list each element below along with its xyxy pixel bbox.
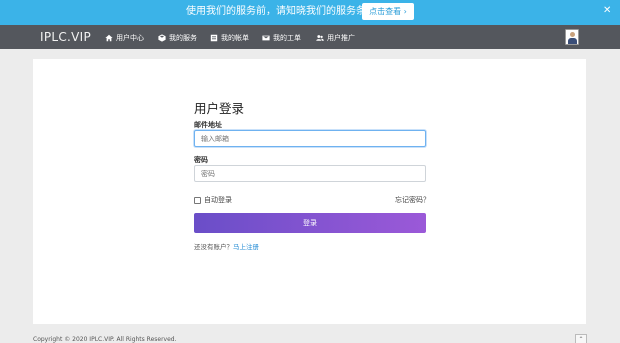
- register-prompt-text: 还没有账户？: [194, 243, 233, 251]
- email-label: 邮件地址: [194, 121, 222, 129]
- nav-item-label: 我的服务: [169, 33, 197, 42]
- ticket-icon: [262, 35, 270, 40]
- footer-copyright: Copyright © 2020 IPLC.VIP. All Rights Re…: [33, 336, 177, 343]
- view-terms-button[interactable]: 点击查看 ›: [362, 3, 414, 20]
- register-prompt: 还没有账户？马上注册: [194, 241, 259, 251]
- remember-checkbox[interactable]: [194, 196, 201, 204]
- billing-icon: [210, 34, 218, 41]
- nav-item-label: 我的工单: [273, 33, 301, 42]
- register-link[interactable]: 马上注册: [233, 243, 259, 251]
- nav-item-my-tickets[interactable]: 我的工单: [262, 32, 301, 43]
- remember-me[interactable]: 自动登录: [194, 195, 232, 205]
- home-icon: [105, 34, 113, 41]
- nav-item-referral[interactable]: 用户推广: [316, 32, 355, 43]
- forgot-password-link[interactable]: 忘记密码？: [395, 195, 430, 205]
- close-icon[interactable]: ✕: [603, 4, 611, 18]
- remember-label: 自动登录: [204, 196, 232, 204]
- nav-item-my-services[interactable]: 我的服务: [158, 32, 197, 43]
- nav-item-label: 用户推广: [327, 33, 355, 42]
- user-avatar-icon[interactable]: [565, 29, 579, 45]
- brand-logo[interactable]: IPLC.VIP: [40, 29, 91, 45]
- notice-banner: 使用我们的服务前，请知晓我们的服务条款. 点击查看 › ✕: [0, 0, 620, 25]
- password-field[interactable]: [194, 165, 426, 182]
- login-button[interactable]: 登录: [194, 213, 426, 233]
- nav-item-my-bills[interactable]: 我的帐单: [210, 32, 249, 43]
- nav-item-label: 用户中心: [116, 33, 144, 42]
- email-field[interactable]: [194, 130, 426, 147]
- top-navbar: IPLC.VIP 用户中心 我的服务 我的帐单 我的工单 用户推广: [0, 25, 620, 49]
- back-to-top-button[interactable]: ⌃: [575, 334, 587, 343]
- users-icon: [316, 34, 324, 41]
- page-title: 用户登录: [194, 101, 245, 116]
- cube-icon: [158, 33, 166, 42]
- nav-item-user-center[interactable]: 用户中心: [105, 32, 144, 43]
- notice-text: 使用我们的服务前，请知晓我们的服务条款.: [186, 6, 380, 17]
- login-card: [33, 59, 586, 324]
- nav-item-label: 我的帐单: [221, 33, 249, 42]
- password-label: 密码: [194, 156, 208, 164]
